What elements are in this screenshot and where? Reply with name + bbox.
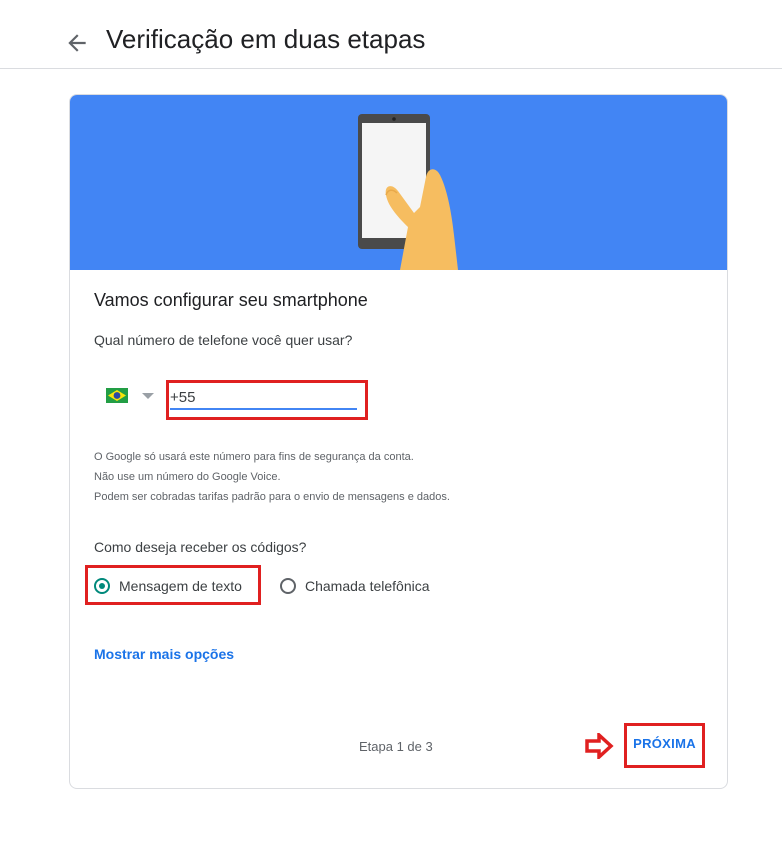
back-button[interactable] <box>64 30 90 56</box>
hero-banner <box>70 95 727 270</box>
arrow-right-icon <box>585 733 614 759</box>
note-line: O Google só usará este número para fins … <box>94 451 414 463</box>
top-bar: Verificação em duas etapas <box>0 0 782 69</box>
codes-question: Como deseja receber os códigos? <box>94 539 307 555</box>
phone-notes: O Google só usará este número para fins … <box>94 447 450 507</box>
note-line: Não use um número do Google Voice. <box>94 471 281 483</box>
card-title: Vamos configurar seu smartphone <box>94 290 368 310</box>
setup-card: Vamos configurar seu smartphone Qual núm… <box>69 94 728 789</box>
country-selector[interactable] <box>106 386 156 408</box>
radio-checked-icon[interactable] <box>94 578 110 594</box>
radio-label: Chamada telefônica <box>305 578 430 594</box>
note-line: Podem ser cobradas tarifas padrão para o… <box>94 491 450 503</box>
phone-number-input[interactable] <box>170 386 357 410</box>
caret-down-icon <box>142 393 154 399</box>
brazil-flag-icon <box>106 388 128 403</box>
step-indicator: Etapa 1 de 3 <box>359 739 433 754</box>
phone-question: Qual número de telefone você quer usar? <box>94 332 353 348</box>
arrow-left-icon <box>68 34 86 52</box>
next-button[interactable]: PRÓXIMA <box>628 736 701 756</box>
page-title: Verificação em duas etapas <box>106 24 426 54</box>
more-options-link[interactable]: Mostrar mais opções <box>94 646 234 662</box>
radio-text-message[interactable]: Mensagem de texto <box>94 575 242 597</box>
hand-holding-smartphone-illustration <box>358 114 458 270</box>
radio-unchecked-icon[interactable] <box>280 578 296 594</box>
radio-phone-call[interactable]: Chamada telefônica <box>280 575 430 597</box>
radio-label: Mensagem de texto <box>119 578 242 594</box>
